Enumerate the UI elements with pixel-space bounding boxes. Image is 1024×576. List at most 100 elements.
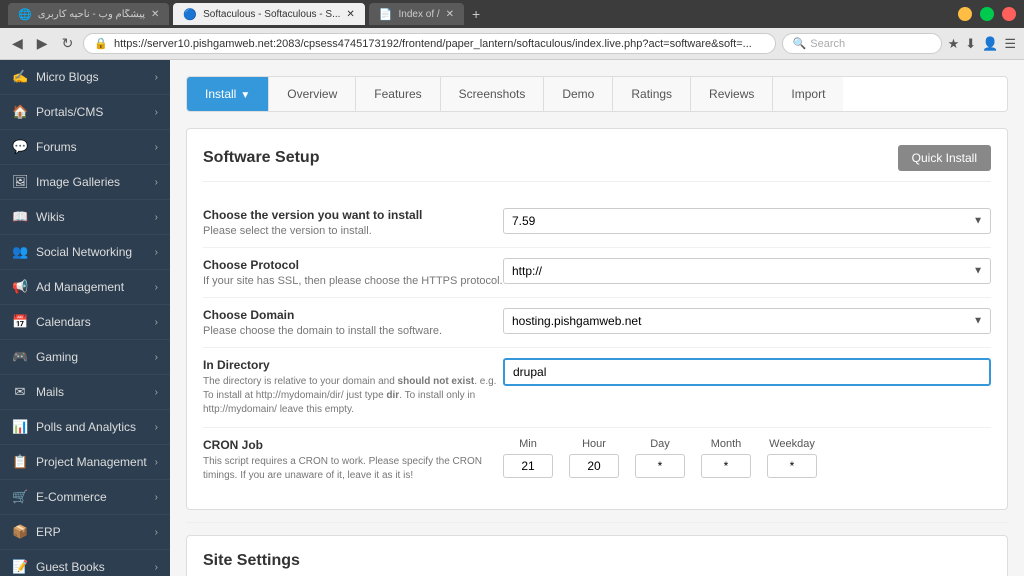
cron-day-input[interactable] (635, 454, 685, 478)
sidebar-item-mails[interactable]: ✉ Mails › (0, 375, 170, 410)
cron-month-input[interactable] (701, 454, 751, 478)
tab3-close[interactable]: ✕ (446, 9, 454, 20)
calendars-label: Calendars (36, 315, 91, 329)
gaming-label: Gaming (36, 350, 78, 364)
reload-button[interactable]: ↻ (58, 33, 78, 54)
micro-blogs-icon: ✍ (12, 69, 28, 85)
tab2-close[interactable]: ✕ (346, 9, 354, 20)
nav-bar: ◀ ▶ ↻ 🔒 https://server10.pishgamweb.net:… (0, 28, 1024, 60)
content-area: Install▼OverviewFeaturesScreenshotsDemoR… (170, 60, 1024, 576)
directory-input[interactable] (503, 358, 991, 386)
protocol-hint: If your site has SSL, then please choose… (203, 275, 503, 287)
close-button[interactable] (1002, 7, 1016, 21)
domain-control: hosting.pishgamweb.net ▼ (503, 308, 991, 334)
protocol-label-col: Choose Protocol If your site has SSL, th… (203, 258, 503, 287)
sidebar-item-polls-analytics[interactable]: 📊 Polls and Analytics › (0, 410, 170, 445)
tab-screenshots[interactable]: Screenshots (441, 77, 545, 111)
cron-min: Min (503, 438, 553, 478)
ad-management-arrow: › (155, 282, 158, 293)
cron-label: CRON Job (203, 438, 503, 452)
bookmark-icon[interactable]: ★ (948, 36, 960, 52)
erp-arrow: › (155, 527, 158, 538)
new-tab-button[interactable]: + (468, 6, 484, 22)
main-container: ✍ Micro Blogs › 🏠 Portals/CMS › 💬 Forums… (0, 60, 1024, 576)
version-label: Choose the version you want to install (203, 208, 503, 222)
tab-reviews[interactable]: Reviews (691, 77, 773, 111)
sidebar-item-image-galleries[interactable]: 🖼 Image Galleries › (0, 165, 170, 200)
quick-install-button[interactable]: Quick Install (898, 145, 991, 171)
calendars-icon: 📅 (12, 314, 28, 330)
forums-arrow: › (155, 142, 158, 153)
forward-button[interactable]: ▶ (33, 33, 52, 54)
tab-demo[interactable]: Demo (544, 77, 613, 111)
social-networking-arrow: › (155, 247, 158, 258)
sidebar-item-ad-management[interactable]: 📢 Ad Management › (0, 270, 170, 305)
tab-install[interactable]: Install▼ (187, 77, 269, 111)
tab1-label: پیشگام وب - ناحیه کاربری (38, 9, 145, 20)
sidebar-item-guest-books[interactable]: 📝 Guest Books › (0, 550, 170, 576)
software-setup-section: Software Setup Quick Install Choose the … (186, 128, 1008, 510)
mails-label: Mails (36, 385, 64, 399)
cron-weekday: Weekday (767, 438, 817, 478)
image-galleries-icon: 🖼 (12, 174, 28, 190)
polls-analytics-arrow: › (155, 422, 158, 433)
address-bar[interactable]: 🔒 https://server10.pishgamweb.net:2083/c… (83, 33, 775, 54)
sidebar-item-erp[interactable]: 📦 ERP › (0, 515, 170, 550)
window-controls (958, 7, 1016, 21)
domain-select-wrapper: hosting.pishgamweb.net ▼ (503, 308, 991, 334)
sidebar-item-micro-blogs[interactable]: ✍ Micro Blogs › (0, 60, 170, 95)
back-button[interactable]: ◀ (8, 33, 27, 54)
e-commerce-icon: 🛒 (12, 489, 28, 505)
cron-hour-input[interactable] (569, 454, 619, 478)
tab2-favicon: 🔵 (183, 8, 197, 21)
section-header: Software Setup Quick Install (203, 145, 991, 182)
search-placeholder: Search (810, 38, 845, 50)
domain-label-col: Choose Domain Please choose the domain t… (203, 308, 503, 337)
tab-install-dropdown-icon: ▼ (240, 90, 250, 101)
version-select[interactable]: 7.59 (503, 208, 991, 234)
protocol-label: Choose Protocol (203, 258, 503, 272)
tab-features[interactable]: Features (356, 77, 440, 111)
domain-select[interactable]: hosting.pishgamweb.net (503, 308, 991, 334)
wikis-arrow: › (155, 212, 158, 223)
mails-icon: ✉ (12, 384, 28, 400)
protocol-select-wrapper: http:// https:// ▼ (503, 258, 991, 284)
sidebar-item-social-networking[interactable]: 👥 Social Networking › (0, 235, 170, 270)
search-bar[interactable]: 🔍 Search (782, 33, 942, 54)
tab-overview[interactable]: Overview (269, 77, 356, 111)
social-networking-icon: 👥 (12, 244, 28, 260)
protocol-select[interactable]: http:// https:// (503, 258, 991, 284)
sidebar-item-forums[interactable]: 💬 Forums › (0, 130, 170, 165)
user-icon[interactable]: 👤 (982, 36, 998, 52)
sidebar-item-project-management[interactable]: 📋 Project Management › (0, 445, 170, 480)
tab1-close[interactable]: ✕ (151, 9, 159, 20)
menu-icon[interactable]: ☰ (1004, 36, 1016, 52)
sidebar-item-wikis[interactable]: 📖 Wikis › (0, 200, 170, 235)
portals-cms-arrow: › (155, 107, 158, 118)
browser-tab-1[interactable]: 🌐 پیشگام وب - ناحیه کاربری ✕ (8, 3, 169, 25)
wikis-label: Wikis (36, 210, 65, 224)
directory-row: In Directory The directory is relative t… (203, 348, 991, 428)
project-management-arrow: › (155, 457, 158, 468)
search-icon: 🔍 (793, 37, 807, 50)
cron-weekday-input[interactable] (767, 454, 817, 478)
erp-icon: 📦 (12, 524, 28, 540)
sidebar-item-calendars[interactable]: 📅 Calendars › (0, 305, 170, 340)
cron-weekday-label: Weekday (769, 438, 815, 450)
sidebar-item-gaming[interactable]: 🎮 Gaming › (0, 340, 170, 375)
browser-tab-3[interactable]: 📄 Index of / ✕ (369, 3, 464, 25)
sidebar-item-e-commerce[interactable]: 🛒 E-Commerce › (0, 480, 170, 515)
browser-tab-2[interactable]: 🔵 Softaculous - Softaculous - S... ✕ (173, 3, 364, 25)
download-icon[interactable]: ⬇ (965, 36, 976, 52)
sidebar-item-portals-cms[interactable]: 🏠 Portals/CMS › (0, 95, 170, 130)
gaming-icon: 🎮 (12, 349, 28, 365)
cron-min-input[interactable] (503, 454, 553, 478)
cron-label-col: CRON Job This script requires a CRON to … (203, 438, 503, 483)
title-bar: 🌐 پیشگام وب - ناحیه کاربری ✕ 🔵 Softaculo… (0, 0, 1024, 28)
micro-blogs-arrow: › (155, 72, 158, 83)
minimize-button[interactable] (958, 7, 972, 21)
version-label-col: Choose the version you want to install P… (203, 208, 503, 237)
tab-ratings[interactable]: Ratings (613, 77, 691, 111)
maximize-button[interactable] (980, 7, 994, 21)
tab-import[interactable]: Import (773, 77, 843, 111)
